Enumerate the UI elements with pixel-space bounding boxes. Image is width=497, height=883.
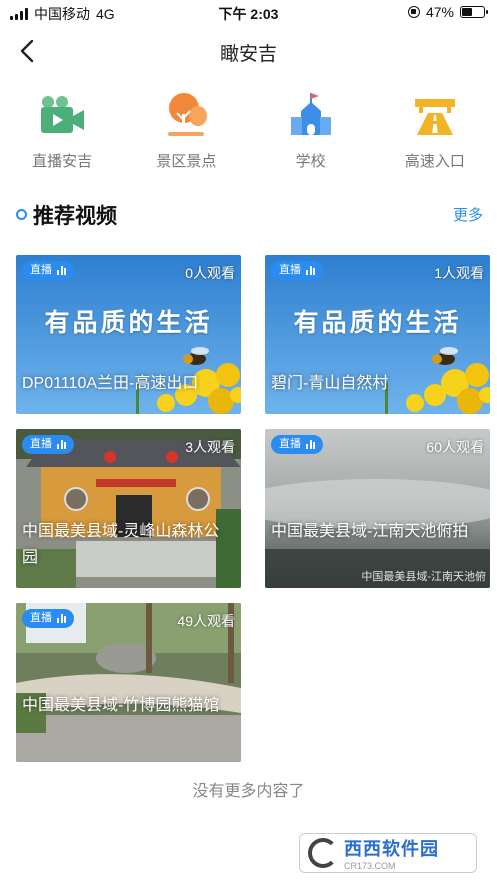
- viewer-count: 1人观看: [434, 265, 484, 281]
- battery-icon: [460, 6, 488, 18]
- video-card[interactable]: 有品质的生活 直播 0人观看 DP01110A兰田-高速出口: [16, 255, 241, 414]
- category-label: 学校: [295, 153, 326, 170]
- live-badge: 直播: [271, 435, 323, 454]
- site-logo: 西西软件园 CR173.COM: [299, 833, 477, 873]
- live-bars-icon: [57, 266, 66, 275]
- video-card[interactable]: 有品质的生活 直播 1人观看 碧门-青山自然村: [265, 255, 490, 414]
- section-header: 推荐视频 更多: [16, 200, 483, 230]
- category-label: 景区景点: [156, 153, 217, 170]
- rotation-lock-icon: [407, 6, 420, 18]
- no-more-text: 没有更多内容了: [192, 783, 305, 800]
- video-card[interactable]: 直播 60人观看 中国最美县域-江南天池俯拍 中国最美县域-江南天池俯: [265, 429, 490, 588]
- section-dot-icon: [16, 209, 27, 220]
- more-link[interactable]: 更多: [453, 204, 483, 225]
- section-title: 推荐视频: [33, 205, 117, 228]
- live-badge-label: 直播: [279, 264, 301, 276]
- viewer-count: 0人观看: [185, 265, 235, 281]
- category-live-anji[interactable]: 直播安吉: [0, 90, 124, 180]
- category-scenic-spots[interactable]: 景区景点: [124, 90, 248, 180]
- video-card[interactable]: 直播 3人观看 中国最美县域-灵峰山森林公园: [16, 429, 241, 588]
- live-badge-label: 直播: [30, 264, 52, 276]
- video-title: 碧门-青山自然村: [271, 375, 389, 392]
- live-badge: 直播: [22, 609, 74, 628]
- page-title: 瞰安吉: [219, 44, 277, 65]
- video-camera-icon: [37, 90, 87, 140]
- viewer-count: 49人观看: [177, 613, 235, 629]
- live-bars-icon: [306, 266, 315, 275]
- logo-mark-icon: [308, 838, 338, 868]
- video-card[interactable]: 直播 49人观看 中国最美县域-竹博园熊猫馆: [16, 603, 241, 762]
- viewer-count: 60人观看: [426, 439, 484, 455]
- banner-slogan: 有品质的生活: [293, 308, 462, 337]
- live-bars-icon: [57, 440, 66, 449]
- logo-main-text: 西西软件园: [344, 839, 439, 859]
- category-highway-entrance[interactable]: 高速入口: [373, 90, 497, 180]
- live-badge: 直播: [271, 261, 323, 280]
- logo-sub-text: CR173.COM: [344, 861, 396, 871]
- category-label: 高速入口: [404, 153, 465, 170]
- trees-icon: [161, 90, 211, 140]
- video-title: 中国最美县域-灵峰山森林公园: [22, 523, 220, 566]
- live-badge-label: 直播: [30, 612, 52, 624]
- live-badge-label: 直播: [279, 438, 301, 450]
- video-watermark: 中国最美县域-江南天池俯: [361, 571, 486, 583]
- video-title: 中国最美县域-江南天池俯拍: [271, 523, 469, 540]
- status-bar: 中国移动 4G 下午 2:03 47%: [0, 0, 497, 26]
- video-title: 中国最美县域-竹博园熊猫馆: [22, 697, 220, 714]
- viewer-count: 3人观看: [185, 439, 235, 455]
- live-badge: 直播: [22, 261, 74, 280]
- category-school[interactable]: 学校: [249, 90, 373, 180]
- video-title: DP01110A兰田-高速出口: [22, 375, 199, 392]
- category-label: 直播安吉: [32, 153, 93, 170]
- highway-icon: [410, 90, 460, 140]
- live-bars-icon: [57, 614, 66, 623]
- live-badge: 直播: [22, 435, 74, 454]
- live-bars-icon: [306, 440, 315, 449]
- live-badge-label: 直播: [30, 438, 52, 450]
- school-icon: [286, 90, 336, 140]
- battery-percent: 47%: [425, 4, 454, 20]
- banner-slogan: 有品质的生活: [44, 308, 213, 337]
- category-grid: 直播安吉 景区景点 学校 高速入口: [0, 90, 497, 180]
- nav-bar: 瞰安吉: [0, 30, 497, 72]
